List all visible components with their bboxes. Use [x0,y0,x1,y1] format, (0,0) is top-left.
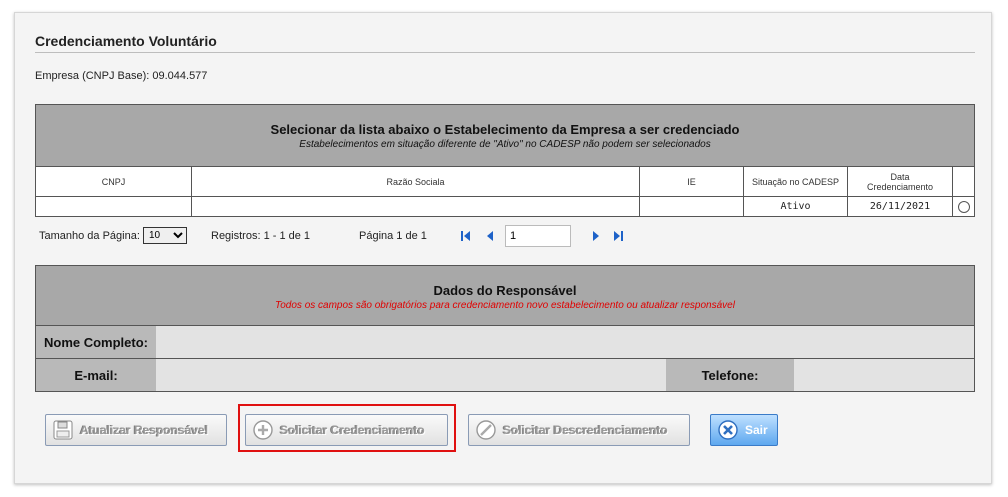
column-data-credenciamento: Data Credenciamento [848,167,953,196]
save-icon [52,419,74,441]
previous-page-icon[interactable] [483,229,497,243]
responsible-section: Dados do Responsável Todos os campos são… [35,265,975,392]
exit-button[interactable]: Sair [710,414,778,446]
x-circle-icon [717,419,739,441]
responsible-heading: Dados do Responsável [433,283,577,298]
column-situacao: Situação no CADESP [744,167,848,196]
name-row: Nome Completo: [36,326,974,359]
plus-circle-icon [252,419,274,441]
cell-cnpj [36,197,192,216]
phone-input[interactable] [794,359,974,391]
company-cnpj-label: Empresa (CNPJ Base): 09.044.577 [35,70,208,82]
row-select-radio[interactable] [957,200,970,213]
column-cnpj: CNPJ [36,167,192,196]
page-size-select[interactable]: 10 [143,227,187,244]
establishments-subheading: Estabelecimentos em situação diferente d… [299,139,711,150]
update-responsible-button[interactable]: Atualizar Responsável [45,414,227,446]
column-ie: IE [640,167,744,196]
exit-label: Sair [745,423,768,437]
column-select [953,167,974,196]
first-page-icon[interactable] [459,229,473,243]
page-number-input[interactable] [505,225,571,247]
establishments-table-header: Selecionar da lista abaixo o Estabelecim… [36,105,974,167]
next-page-icon[interactable] [589,229,603,243]
establishments-heading: Selecionar da lista abaixo o Estabelecim… [270,122,740,137]
name-label: Nome Completo: [36,326,156,358]
select-cell [953,197,974,216]
credenciamento-panel: Credenciamento Voluntário Empresa (CNPJ … [14,12,992,484]
cell-ie [640,197,744,216]
request-deaccreditation-label: Solicitar Descredenciamento [503,423,668,437]
page-title: Credenciamento Voluntário [35,33,217,49]
name-input[interactable] [156,326,974,358]
page-size-label: Tamanho da Página: [39,230,140,242]
establishments-columns: CNPJ Razão Sociala IE Situação no CADESP… [36,167,974,196]
establishments-table: Selecionar da lista abaixo o Estabelecim… [35,104,975,217]
update-responsible-label: Atualizar Responsável [80,423,209,437]
email-label: E-mail: [36,359,156,391]
page-info: Página 1 de 1 [359,230,427,242]
slash-circle-icon [475,419,497,441]
responsible-required-note: Todos os campos são obrigatórios para cr… [275,300,735,311]
cell-razao-social [192,197,640,216]
table-row[interactable]: Ativo 26/11/2021 [36,196,974,216]
email-input[interactable] [156,359,666,391]
last-page-icon[interactable] [611,229,625,243]
column-data-line2: Credenciamento [866,181,934,192]
column-razao-social: Razão Sociala [192,167,640,196]
request-accreditation-label: Solicitar Credenciamento [280,423,425,437]
request-deaccreditation-button[interactable]: Solicitar Descredenciamento [468,414,690,446]
column-data-line1: Data [890,171,910,182]
records-count: Registros: 1 - 1 de 1 [211,230,311,242]
phone-label: Telefone: [666,359,794,391]
cell-data-credenciamento: 26/11/2021 [848,197,953,216]
table-pager: Tamanho da Página: 10 Registros: 1 - 1 d… [39,225,739,247]
request-accreditation-button[interactable]: Solicitar Credenciamento [245,414,448,446]
title-divider [35,52,975,53]
cell-situacao: Ativo [744,197,848,216]
responsible-header: Dados do Responsável Todos os campos são… [36,266,974,326]
contact-row: E-mail: Telefone: [36,359,974,391]
